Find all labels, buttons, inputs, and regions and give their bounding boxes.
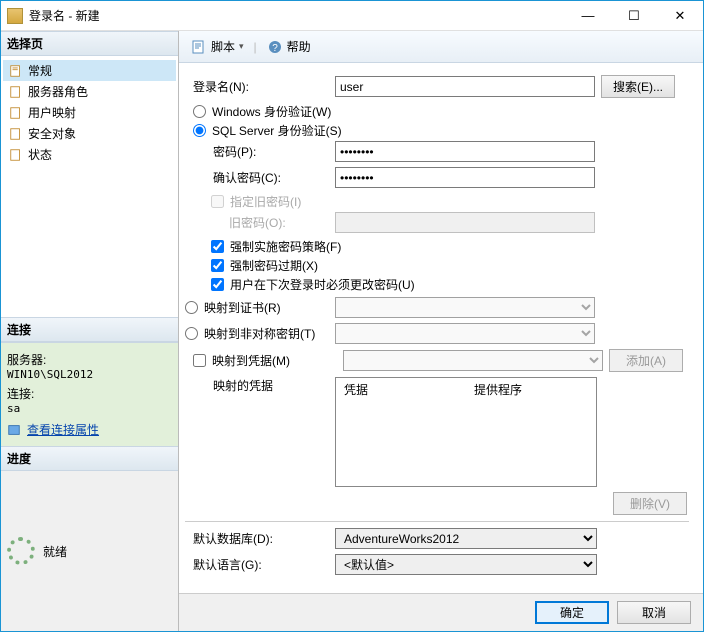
asymkey-select [335, 323, 595, 344]
conn-value: sa [7, 402, 172, 415]
add-button: 添加(A) [609, 349, 683, 372]
windows-auth-label: Windows 身份验证(W) [212, 103, 331, 120]
delete-button: 删除(V) [613, 492, 687, 515]
progress-header: 进度 [1, 446, 178, 471]
progress-status: 就绪 [43, 543, 67, 560]
maximize-button[interactable]: ☐ [611, 1, 657, 30]
confirm-password-label: 确认密码(C): [185, 169, 335, 186]
certificate-select [335, 297, 595, 318]
app-icon [7, 8, 23, 24]
mapped-credentials-label: 映射的凭据 [185, 377, 335, 394]
windows-auth-radio[interactable] [193, 105, 206, 118]
default-db-select[interactable]: AdventureWorks2012 [335, 528, 597, 549]
progress-panel: 就绪 [1, 471, 178, 631]
nav-server-roles[interactable]: 服务器角色 [3, 81, 176, 102]
must-change-label: 用户在下次登录时必须更改密码(U) [230, 276, 415, 293]
old-password-label: 旧密码(O): [185, 214, 335, 231]
col-credential: 凭据 [336, 378, 466, 401]
page-icon [9, 148, 23, 162]
page-nav: 常规 服务器角色 用户映射 安全对象 状态 [1, 56, 178, 169]
sql-auth-radio[interactable] [193, 124, 206, 137]
enforce-expiration-checkbox[interactable] [211, 259, 224, 272]
cancel-button[interactable]: 取消 [617, 601, 691, 624]
dialog-footer: 确定 取消 [179, 593, 703, 631]
server-label: 服务器: [7, 351, 172, 368]
map-asymkey-label: 映射到非对称密钥(T) [204, 325, 315, 342]
col-provider: 提供程序 [466, 378, 596, 401]
specify-old-password-checkbox [211, 195, 224, 208]
page-icon [9, 64, 23, 78]
default-db-label: 默认数据库(D): [185, 530, 335, 547]
page-icon [9, 106, 23, 120]
titlebar: 登录名 - 新建 — ☐ ✕ [1, 1, 703, 31]
window-title: 登录名 - 新建 [29, 7, 565, 24]
nav-securables[interactable]: 安全对象 [3, 123, 176, 144]
connection-header: 连接 [1, 317, 178, 342]
help-button[interactable]: ? 帮助 [263, 36, 315, 57]
map-credential-checkbox[interactable] [193, 354, 206, 367]
login-name-input[interactable] [335, 76, 595, 97]
conn-label: 连接: [7, 385, 172, 402]
nav-label: 状态 [28, 146, 52, 163]
password-input[interactable] [335, 141, 595, 162]
enforce-expiration-label: 强制密码过期(X) [230, 257, 318, 274]
map-asymkey-radio[interactable] [185, 327, 198, 340]
nav-label: 用户映射 [28, 104, 76, 121]
default-lang-select[interactable]: <默认值> [335, 554, 597, 575]
server-value: WIN10\SQL2012 [7, 368, 172, 381]
default-lang-label: 默认语言(G): [185, 556, 335, 573]
ok-button[interactable]: 确定 [535, 601, 609, 624]
help-icon: ? [267, 39, 283, 55]
map-certificate-radio[interactable] [185, 301, 198, 314]
view-connection-properties-link[interactable]: 查看连接属性 [27, 421, 99, 438]
specify-old-password-label: 指定旧密码(I) [230, 193, 301, 210]
map-credential-label: 映射到凭据(M) [212, 352, 290, 369]
script-icon [191, 39, 207, 55]
nav-user-mapping[interactable]: 用户映射 [3, 102, 176, 123]
nav-label: 安全对象 [28, 125, 76, 142]
select-page-header: 选择页 [1, 31, 178, 56]
enforce-policy-label: 强制实施密码策略(F) [230, 238, 341, 255]
close-button[interactable]: ✕ [657, 1, 703, 30]
password-label: 密码(P): [185, 143, 335, 160]
login-name-label: 登录名(N): [185, 78, 335, 95]
search-button[interactable]: 搜索(E)... [601, 75, 675, 98]
chevron-down-icon: ▾ [239, 41, 244, 52]
form-area: 登录名(N): 搜索(E)... Windows 身份验证(W) SQL Ser… [179, 63, 703, 593]
spinner-icon [7, 537, 35, 565]
credential-select [343, 350, 603, 371]
nav-label: 服务器角色 [28, 83, 88, 100]
nav-general[interactable]: 常规 [3, 60, 176, 81]
map-certificate-label: 映射到证书(R) [204, 299, 281, 316]
connection-panel: 服务器: WIN10\SQL2012 连接: sa 查看连接属性 [1, 342, 178, 446]
page-icon [9, 85, 23, 99]
nav-label: 常规 [28, 62, 52, 79]
minimize-button[interactable]: — [565, 1, 611, 30]
enforce-policy-checkbox[interactable] [211, 240, 224, 253]
credentials-table: 凭据 提供程序 [335, 377, 597, 487]
script-button[interactable]: 脚本 ▾ [187, 36, 248, 57]
confirm-password-input[interactable] [335, 167, 595, 188]
dialog-window: 登录名 - 新建 — ☐ ✕ 选择页 常规 服务器角色 用户映射 [0, 0, 704, 632]
nav-status[interactable]: 状态 [3, 144, 176, 165]
page-icon [9, 127, 23, 141]
toolbar: 脚本 ▾ | ? 帮助 [179, 31, 703, 63]
sql-auth-label: SQL Server 身份验证(S) [212, 122, 342, 139]
old-password-input [335, 212, 595, 233]
must-change-checkbox[interactable] [211, 278, 224, 291]
svg-text:?: ? [272, 43, 278, 54]
properties-icon [7, 423, 21, 437]
